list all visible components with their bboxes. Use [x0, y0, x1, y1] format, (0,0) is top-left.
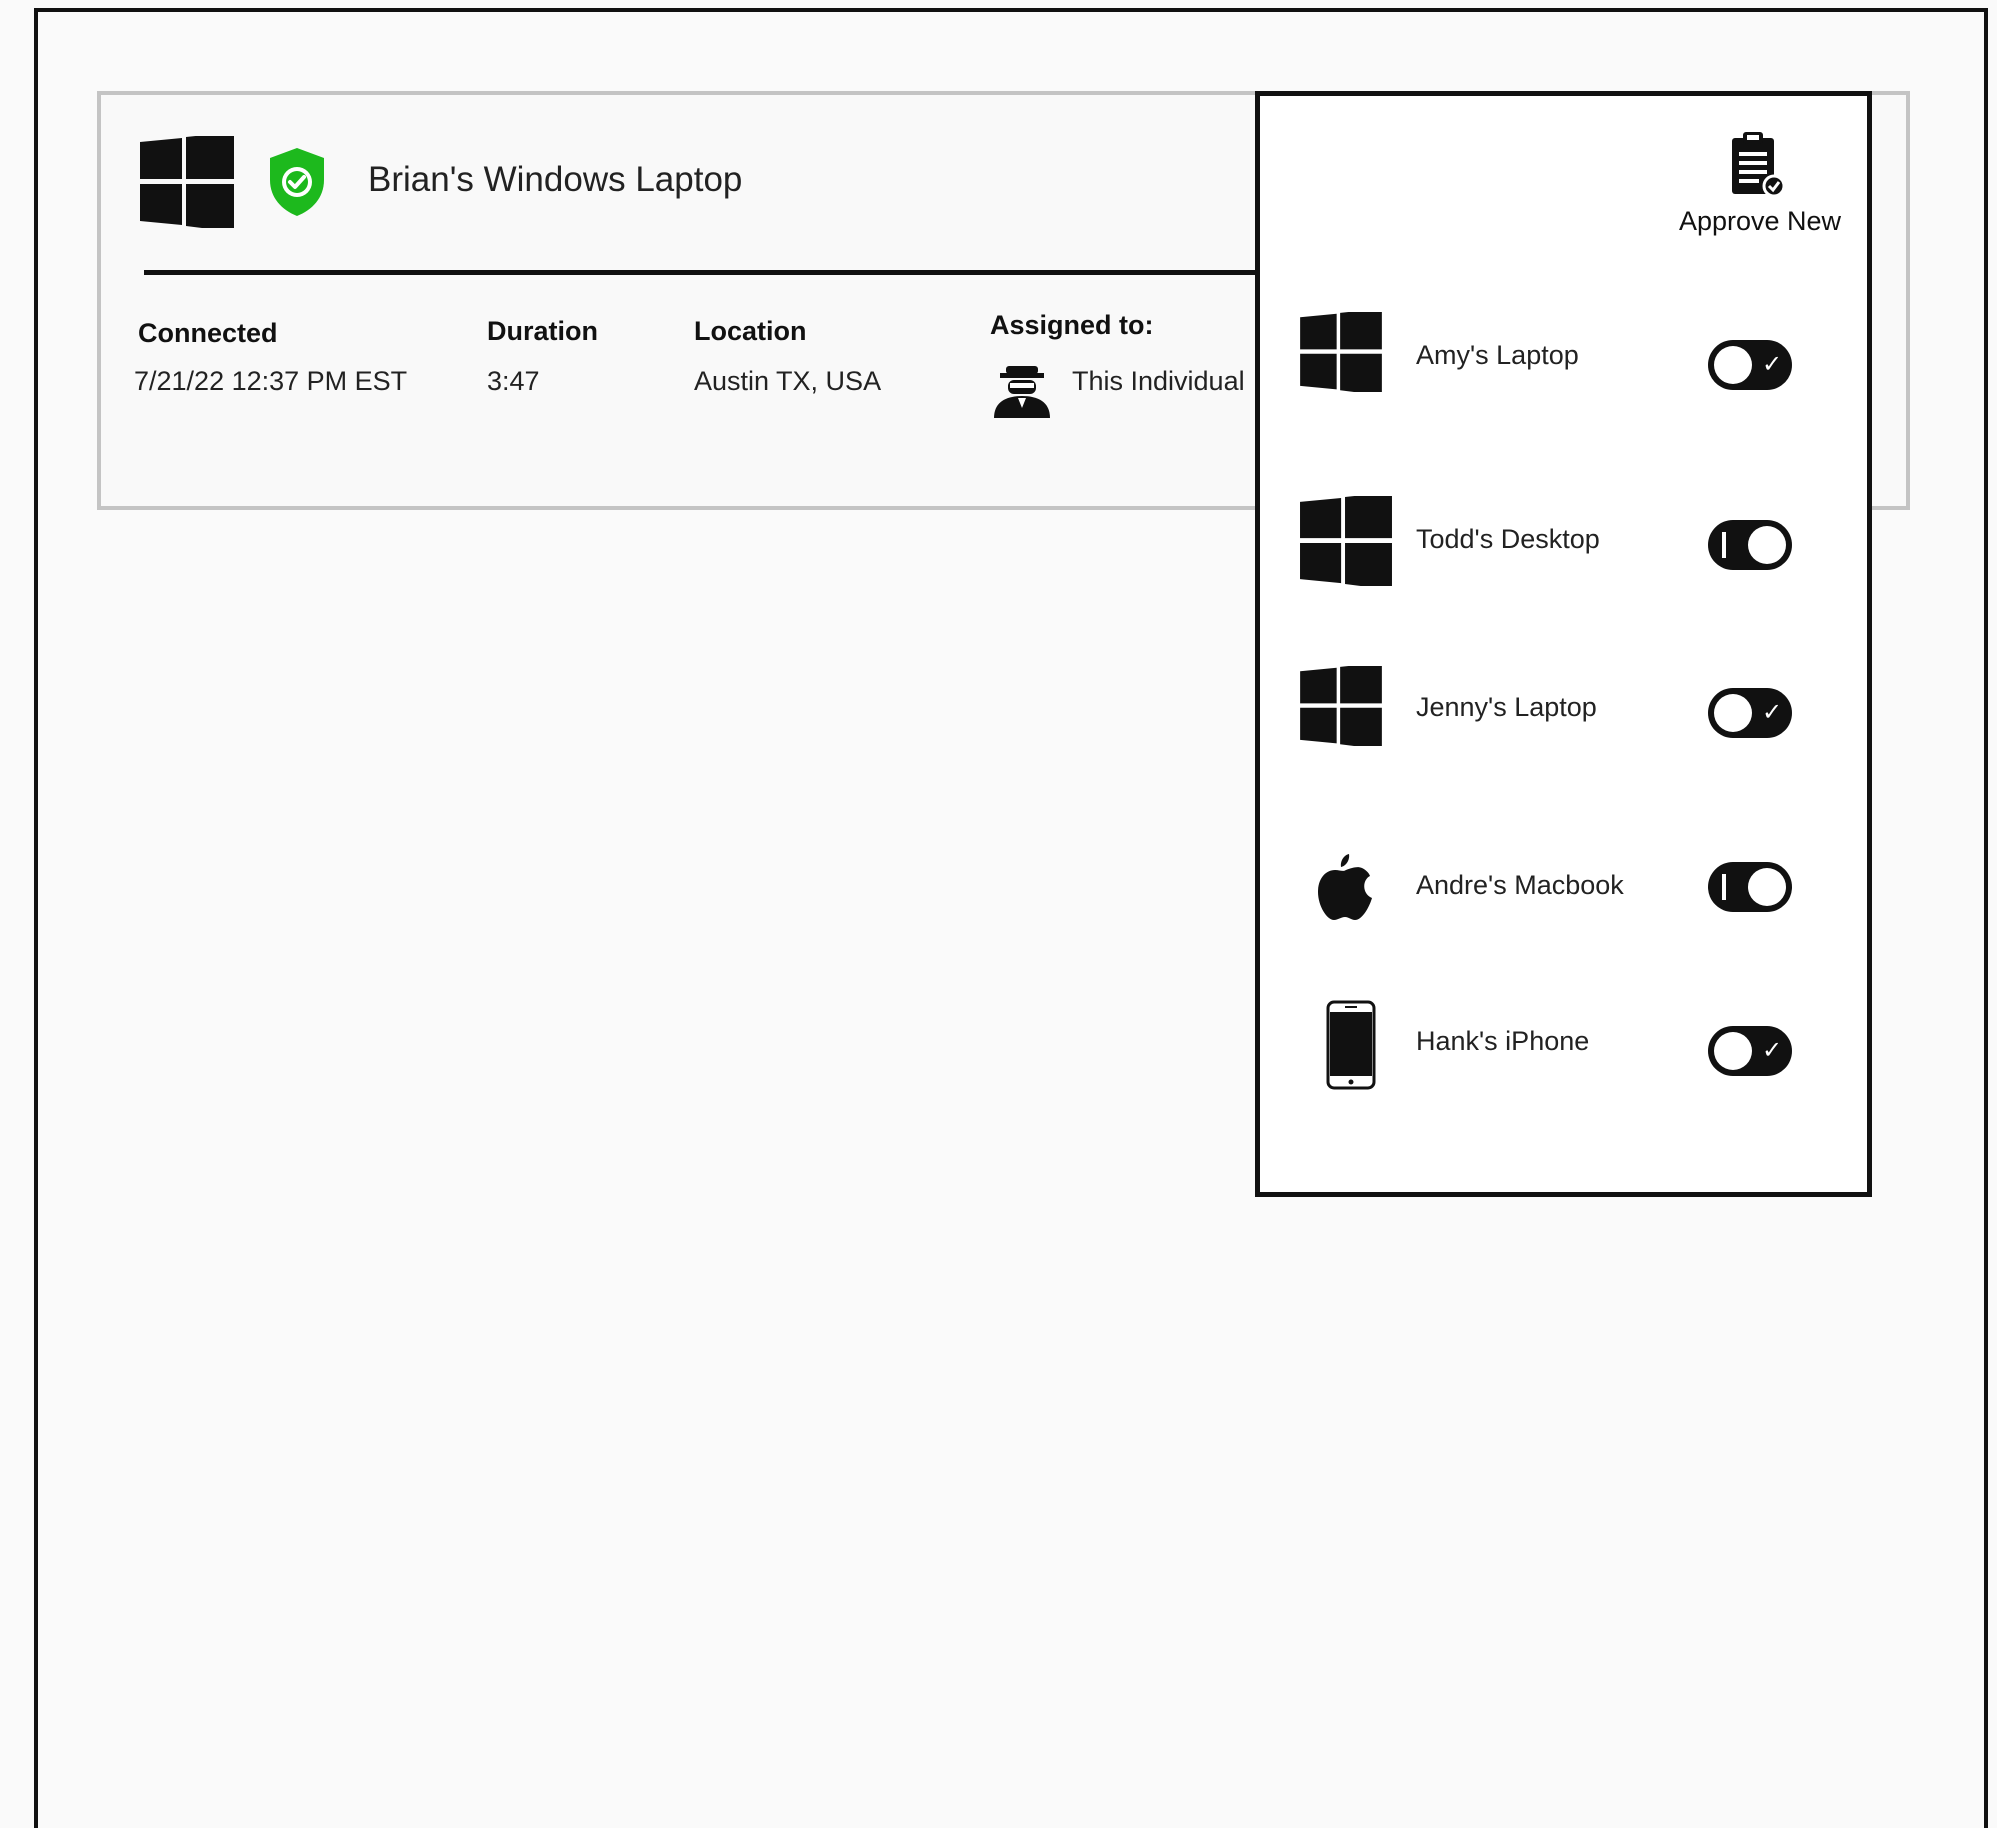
device-row-hanks-iphone: Hank's iPhone ✓ [1300, 998, 1820, 1108]
device-row-jennys-laptop: Jenny's Laptop ✓ [1300, 664, 1820, 774]
device-title: Brian's Windows Laptop [368, 160, 743, 199]
phone-icon [1326, 1000, 1376, 1090]
device-row-andres-macbook: Andre's Macbook [1300, 848, 1820, 958]
duration-value: 3:47 [487, 366, 540, 396]
windows-icon [1300, 496, 1392, 586]
device-name: Todd's Desktop [1416, 524, 1600, 554]
location-value: Austin TX, USA [694, 366, 882, 396]
apple-icon [1318, 854, 1372, 920]
device-name: Amy's Laptop [1416, 340, 1579, 370]
device-name: Jenny's Laptop [1416, 692, 1597, 722]
device-toggle[interactable]: ✓ [1708, 688, 1792, 738]
device-toggle[interactable] [1708, 520, 1792, 570]
approve-new-label: Approve New [1678, 206, 1842, 236]
assigned-value: This Individual [1072, 366, 1245, 396]
agent-icon [994, 366, 1050, 418]
device-name: Andre's Macbook [1416, 870, 1624, 900]
divider [144, 270, 1264, 275]
device-toggle[interactable]: ✓ [1708, 1026, 1792, 1076]
windows-icon [1300, 666, 1382, 746]
device-name: Hank's iPhone [1416, 1026, 1590, 1056]
connected-value: 7/21/22 12:37 PM EST [134, 366, 408, 396]
device-toggle[interactable]: ✓ [1708, 340, 1792, 390]
connected-label: Connected [138, 318, 278, 348]
device-row-amys-laptop: Amy's Laptop ✓ [1300, 308, 1820, 418]
windows-icon [1300, 312, 1382, 392]
device-row-todds-desktop: Todd's Desktop [1300, 494, 1820, 604]
clipboard-check-icon [1732, 132, 1786, 198]
location-label: Location [694, 316, 807, 346]
assigned-label: Assigned to: [990, 310, 1154, 340]
windows-icon [140, 136, 234, 228]
shield-check-icon [270, 148, 324, 216]
device-toggle[interactable] [1708, 862, 1792, 912]
duration-label: Duration [487, 316, 598, 346]
approve-new-button[interactable]: Approve New [1660, 130, 1860, 245]
